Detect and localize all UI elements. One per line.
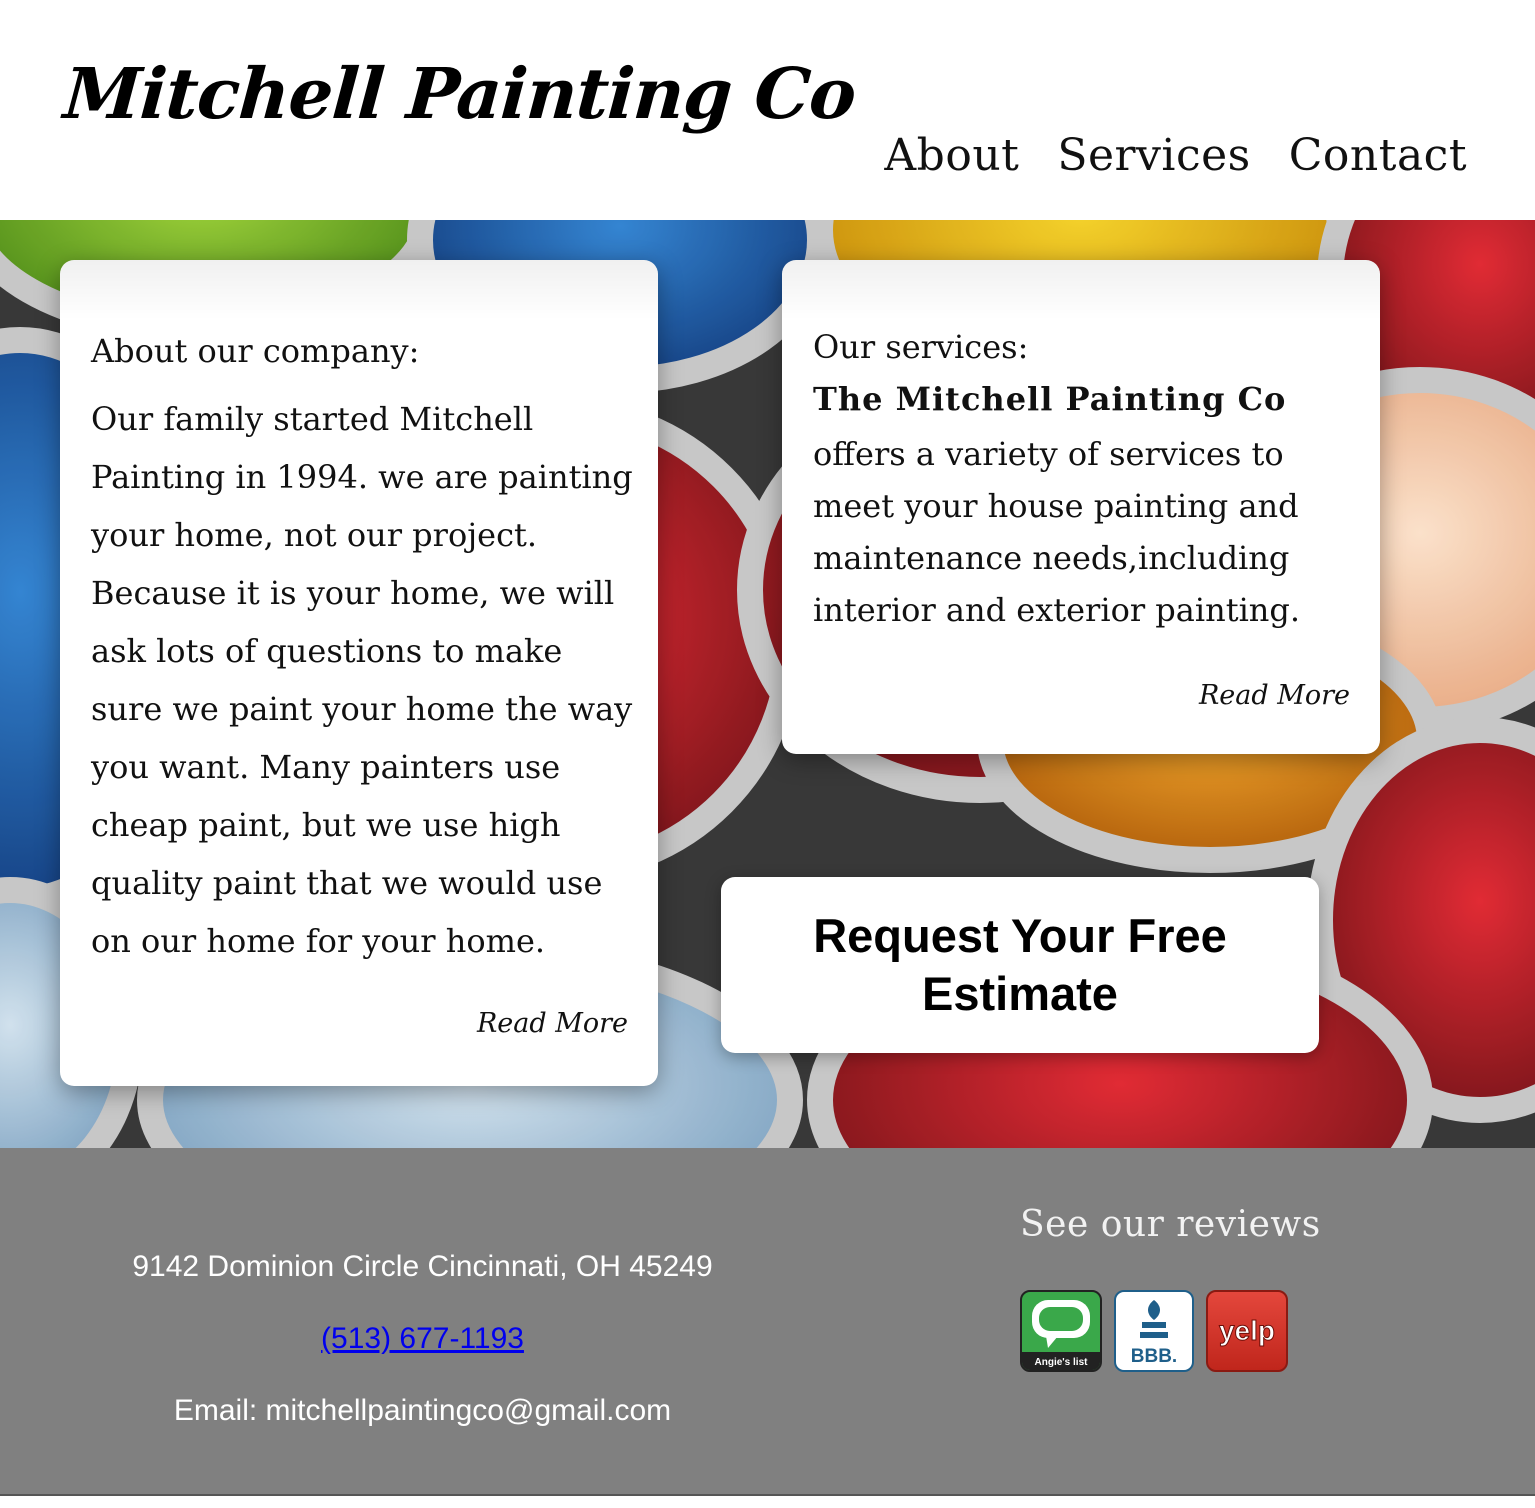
phone-link[interactable]: (513) 677-1193 xyxy=(321,1322,524,1355)
nav-contact[interactable]: Contact xyxy=(1289,130,1467,181)
services-read-more-link[interactable]: Read More xyxy=(1199,680,1350,711)
footer-phone: (513) 677-1193 xyxy=(0,1322,845,1356)
angies-list-icon[interactable]: Angie's list xyxy=(1020,1290,1102,1372)
about-body: Our family started Mitchell Painting in … xyxy=(91,400,633,960)
yelp-icon[interactable]: yelp xyxy=(1206,1290,1288,1372)
about-read-more-link[interactable]: Read More xyxy=(477,1008,628,1039)
yelp-label: yelp xyxy=(1219,1315,1275,1346)
site-footer: 9142 Dominion Circle Cincinnati, OH 4524… xyxy=(0,1148,1535,1494)
footer-bottom-border xyxy=(0,1494,1535,1496)
services-card: Our services: The Mitchell Painting Co o… xyxy=(782,260,1380,754)
services-title: Our services: xyxy=(813,328,1029,366)
nav-about[interactable]: About xyxy=(884,130,1019,181)
about-card: About our company: Our family started Mi… xyxy=(60,260,658,1086)
bbb-label: BBB. xyxy=(1131,1346,1177,1367)
review-badges: Angie's list BBB. yelp xyxy=(1020,1290,1288,1372)
bbb-icon[interactable]: BBB. xyxy=(1114,1290,1194,1372)
about-title: About our company: xyxy=(91,332,420,370)
footer-email: Email: mitchellpaintingco@gmail.com xyxy=(173,1394,672,1427)
request-estimate-button[interactable]: Request Your Free Estimate xyxy=(721,877,1319,1053)
services-body: offers a variety of services to meet you… xyxy=(813,435,1301,629)
site-logo[interactable]: Mitchell Painting Co xyxy=(61,52,858,135)
nav-services[interactable]: Services xyxy=(1057,130,1250,181)
services-company-name: The Mitchell Painting Co xyxy=(813,380,1287,418)
footer-address: 9142 Dominion Circle Cincinnati, OH 4524… xyxy=(132,1250,713,1283)
main-nav: About Services Contact xyxy=(884,130,1467,181)
reviews-title: See our reviews xyxy=(1020,1204,1321,1245)
angies-list-label: Angie's list xyxy=(1035,1357,1089,1368)
site-header: Mitchell Painting Co About Services Cont… xyxy=(0,0,1535,220)
hero-paint-cans-background: About our company: Our family started Mi… xyxy=(0,220,1535,1148)
